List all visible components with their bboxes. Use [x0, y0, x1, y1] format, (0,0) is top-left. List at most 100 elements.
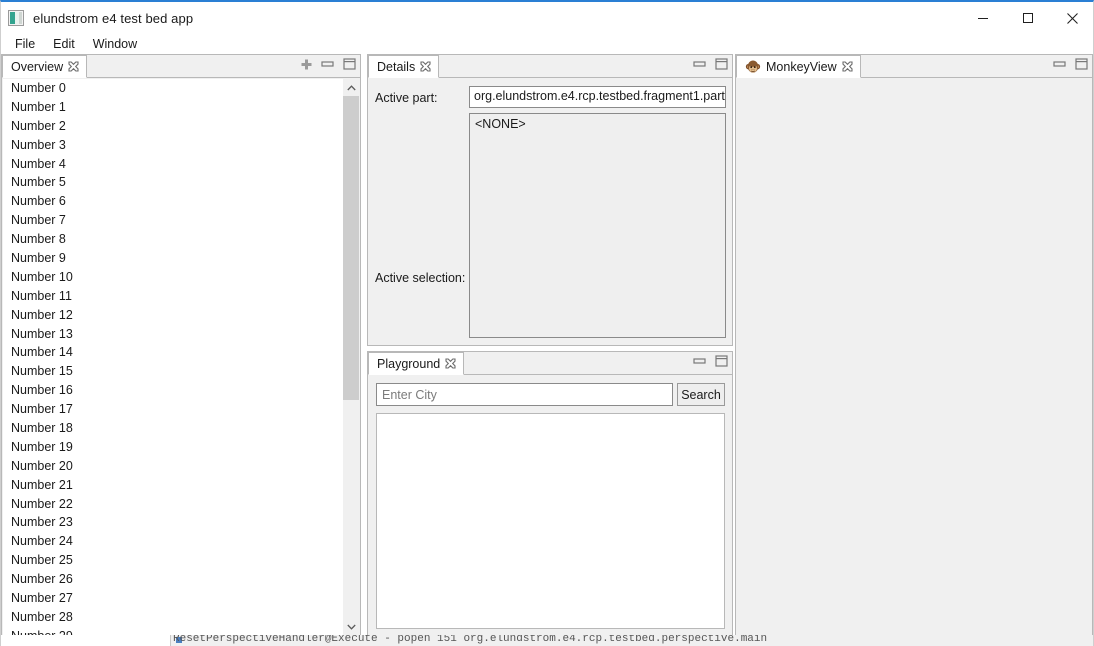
list-item[interactable]: Number 1	[3, 98, 342, 117]
overview-part: Overview Number 0 Number 1 Number 2 Numb…	[1, 54, 361, 637]
monkeyview-toolbar	[1053, 58, 1088, 70]
tab-overview[interactable]: Overview	[2, 55, 88, 78]
tab-monkeyview[interactable]: MonkeyView	[736, 55, 861, 78]
minimize-part-button[interactable]	[693, 356, 706, 367]
overview-list[interactable]: Number 0 Number 1 Number 2 Number 3 Number 4…	[3, 79, 359, 635]
application-icon	[8, 10, 24, 26]
status-bar: ResetPerspectiveHandler@Execute - popen …	[1, 635, 1093, 646]
monkeyview-part: MonkeyView	[735, 54, 1093, 637]
close-icon[interactable]	[420, 61, 431, 72]
maximize-icon	[343, 58, 356, 70]
list-item[interactable]: Number 13	[3, 325, 342, 344]
list-item[interactable]: Number 20	[3, 457, 342, 476]
details-tab-row: Details	[368, 55, 732, 78]
list-item[interactable]: Number 5	[3, 173, 342, 192]
list-item[interactable]: Number 10	[3, 268, 342, 287]
list-item[interactable]: Number 9	[3, 249, 342, 268]
active-selection-label: Active selection:	[375, 271, 466, 285]
maximize-window-button[interactable]	[1005, 2, 1050, 34]
overview-tab-row: Overview	[2, 55, 360, 78]
list-item[interactable]: Number 3	[3, 136, 342, 155]
close-icon[interactable]	[445, 358, 456, 369]
tab-details[interactable]: Details	[368, 55, 440, 78]
list-item[interactable]: Number 19	[3, 438, 342, 457]
city-search-input[interactable]	[376, 383, 673, 406]
maximize-icon	[1022, 13, 1033, 23]
tab-playground-label: Playground	[377, 356, 441, 371]
list-item[interactable]: Number 11	[3, 287, 342, 306]
active-selection-field[interactable]: <NONE>	[469, 113, 726, 338]
tab-overview-label: Overview	[11, 59, 64, 74]
list-item[interactable]: Number 14	[3, 343, 342, 362]
scroll-up-button[interactable]	[343, 79, 359, 96]
minimize-icon	[321, 60, 334, 67]
tab-monkeyview-label: MonkeyView	[766, 59, 837, 74]
list-item[interactable]: Number 12	[3, 306, 342, 325]
chevron-down-icon	[347, 624, 356, 630]
monkey-icon	[745, 60, 761, 73]
playground-toolbar	[693, 355, 728, 367]
list-item[interactable]: Number 17	[3, 400, 342, 419]
monkeyview-tab-row: MonkeyView	[736, 55, 1092, 78]
scroll-thumb[interactable]	[343, 96, 359, 400]
minimize-icon	[977, 18, 988, 19]
chevron-up-icon	[347, 84, 356, 90]
list-item[interactable]: Number 8	[3, 230, 342, 249]
active-part-field[interactable]: org.elundstrom.e4.rcp.testbed.fragment1.…	[469, 86, 726, 108]
list-item[interactable]: Number 27	[3, 589, 342, 608]
tab-playground[interactable]: Playground	[368, 352, 465, 375]
scroll-down-button[interactable]	[343, 618, 359, 635]
maximize-part-button[interactable]	[343, 58, 356, 70]
search-button[interactable]: Search	[677, 383, 725, 406]
application-window: elundstrom e4 test bed app File Edit Win…	[0, 0, 1094, 646]
monkeyview-body	[736, 79, 1092, 636]
status-left-region	[1, 635, 171, 646]
playground-tab-row: Playground	[368, 352, 732, 375]
status-message: ResetPerspectiveHandler@Execute - popen …	[173, 635, 768, 645]
maximize-part-button[interactable]	[1075, 58, 1088, 70]
overview-vertical-scrollbar[interactable]	[342, 79, 359, 635]
menu-file[interactable]: File	[6, 36, 44, 52]
minimize-window-button[interactable]	[960, 2, 1005, 34]
list-item[interactable]: Number 18	[3, 419, 342, 438]
tab-details-label: Details	[377, 59, 416, 74]
close-window-button[interactable]	[1050, 2, 1093, 34]
list-item[interactable]: Number 29	[3, 627, 342, 635]
details-toolbar	[693, 58, 728, 70]
minimize-icon	[693, 357, 706, 364]
close-icon[interactable]	[68, 61, 79, 72]
pin-icon	[301, 59, 312, 69]
list-item[interactable]: Number 22	[3, 495, 342, 514]
maximize-part-button[interactable]	[715, 58, 728, 70]
menu-bar: File Edit Window	[1, 34, 1093, 54]
list-item[interactable]: Number 2	[3, 117, 342, 136]
overview-list-items: Number 0 Number 1 Number 2 Number 3 Number 4…	[3, 79, 342, 635]
list-item[interactable]: Number 24	[3, 532, 342, 551]
list-item[interactable]: Number 15	[3, 362, 342, 381]
list-item[interactable]: Number 23	[3, 513, 342, 532]
maximize-icon	[715, 58, 728, 70]
list-item[interactable]: Number 0	[3, 79, 342, 98]
list-item[interactable]: Number 4	[3, 155, 342, 174]
maximize-icon	[715, 355, 728, 367]
close-icon[interactable]	[842, 61, 853, 72]
minimize-part-button[interactable]	[321, 59, 334, 70]
list-item[interactable]: Number 21	[3, 476, 342, 495]
window-controls	[960, 2, 1093, 34]
pin-button[interactable]	[301, 59, 312, 70]
list-item[interactable]: Number 6	[3, 192, 342, 211]
menu-window[interactable]: Window	[84, 36, 146, 52]
list-item[interactable]: Number 28	[3, 608, 342, 627]
minimize-part-button[interactable]	[693, 59, 706, 70]
maximize-part-button[interactable]	[715, 355, 728, 367]
list-item[interactable]: Number 7	[3, 211, 342, 230]
search-results-area	[376, 413, 725, 629]
minimize-icon	[1053, 60, 1066, 67]
minimize-icon	[693, 60, 706, 67]
menu-edit[interactable]: Edit	[44, 36, 84, 52]
list-item[interactable]: Number 26	[3, 570, 342, 589]
details-part: Details Active part: org.elundstrom.e4.r…	[367, 54, 733, 346]
minimize-part-button[interactable]	[1053, 59, 1066, 70]
list-item[interactable]: Number 16	[3, 381, 342, 400]
list-item[interactable]: Number 25	[3, 551, 342, 570]
